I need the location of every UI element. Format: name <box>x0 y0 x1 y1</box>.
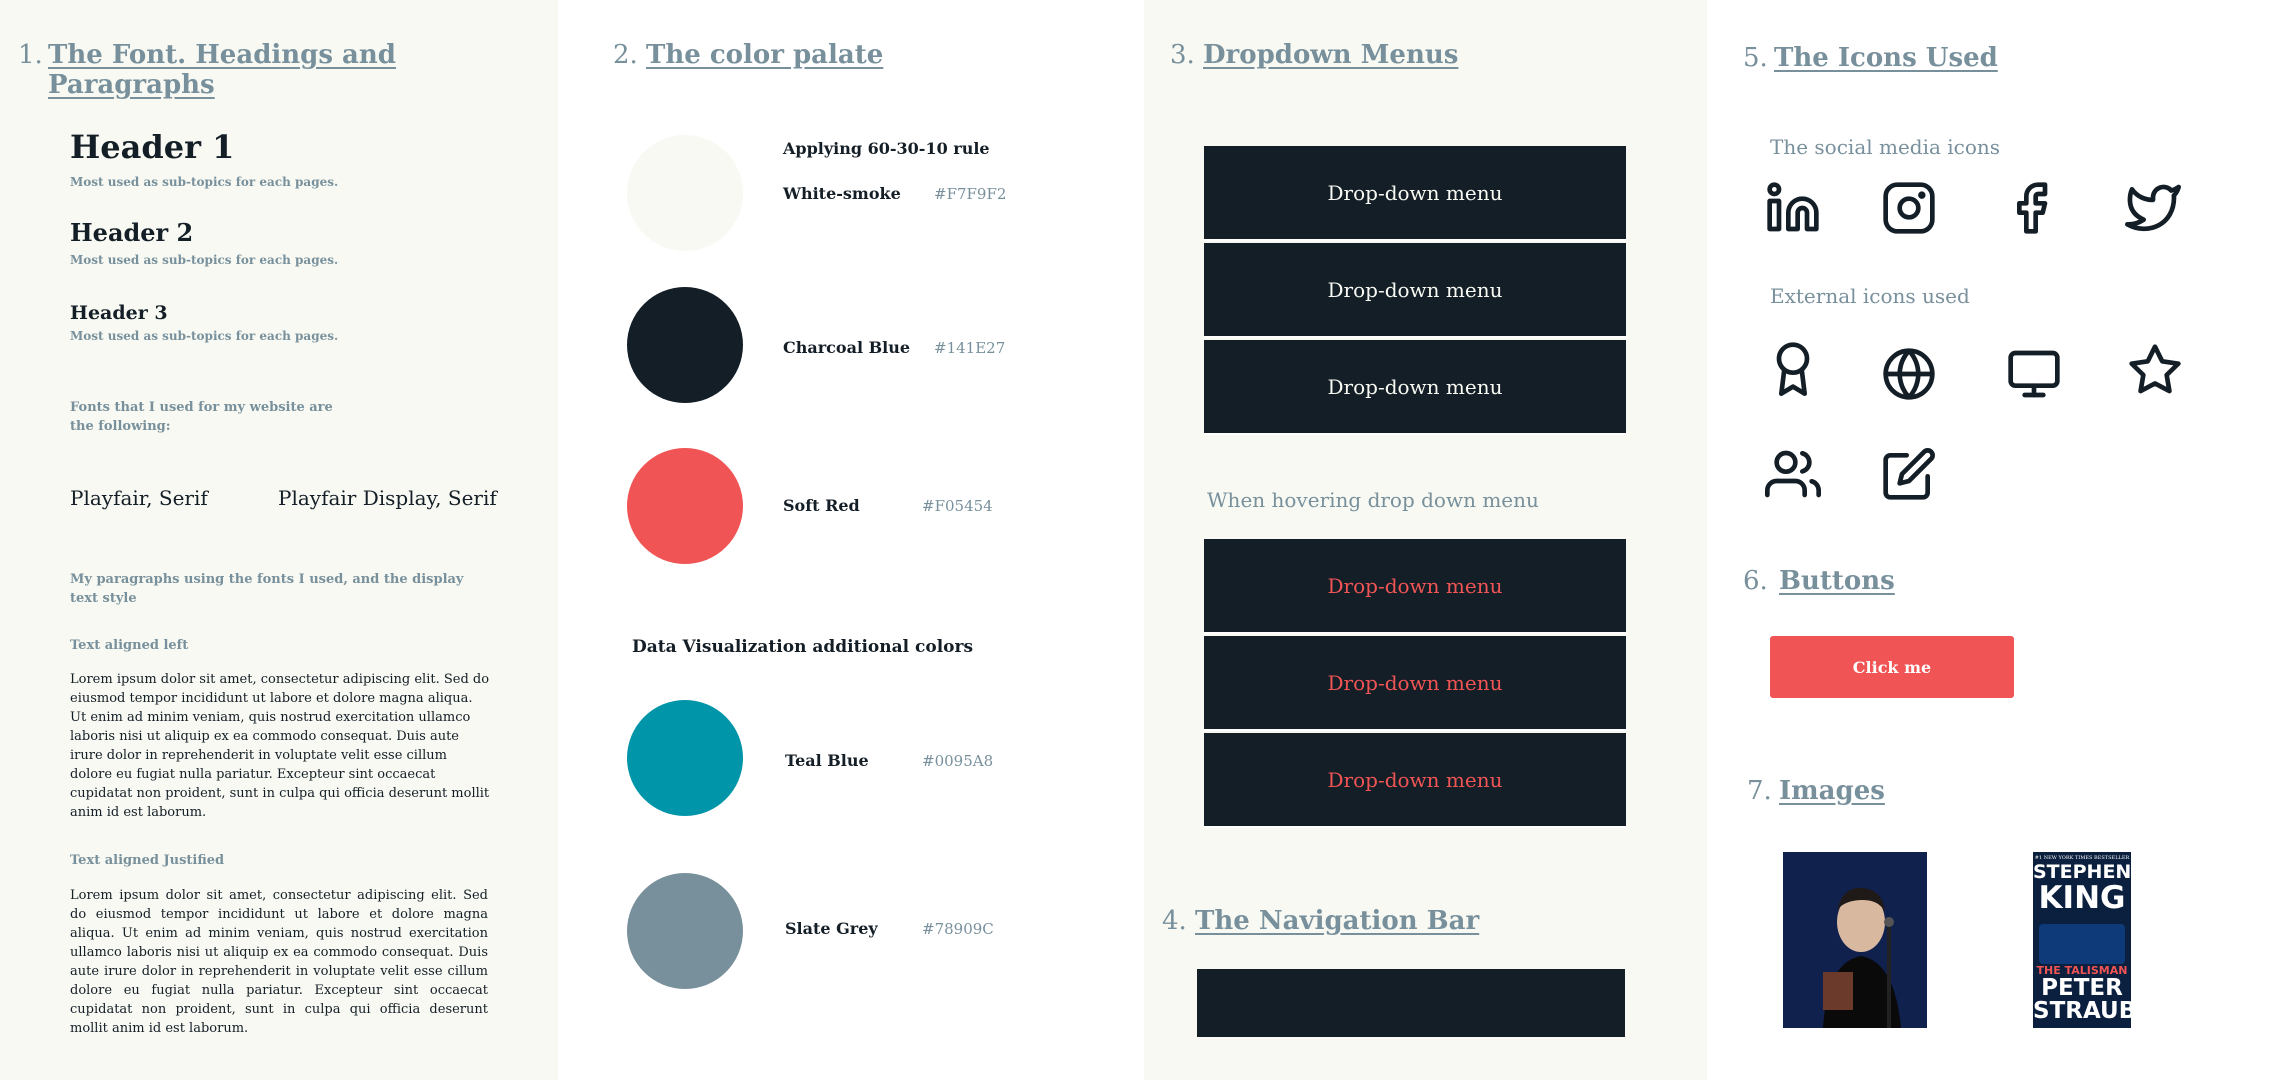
slate-grey-swatch <box>627 873 743 989</box>
facebook-icon[interactable] <box>2003 180 2059 236</box>
dropdown-menu-item[interactable]: Drop-down menu <box>1204 146 1626 241</box>
left-aligned-paragraph: Lorem ipsum dolor sit amet, consectetur … <box>70 672 490 820</box>
section-number: 3. <box>1170 40 1195 70</box>
dataviz-title: Data Visualization additional colors <box>632 637 974 657</box>
color-name: Soft Red <box>783 496 860 515</box>
justified-paragraph: Lorem ipsum dolor sit amet, consectetur … <box>70 888 488 1036</box>
charcoal-blue-swatch <box>627 287 743 403</box>
header-3-sample: Header 3 <box>70 302 168 324</box>
section-number: 5. <box>1743 43 1768 73</box>
font-sample-playfair: Playfair, Serif <box>70 486 208 510</box>
monitor-icon[interactable] <box>2006 346 2062 402</box>
globe-icon[interactable] <box>1881 346 1937 402</box>
star-icon[interactable] <box>2127 342 2183 398</box>
hover-label: When hovering drop down menu <box>1207 488 1539 512</box>
fonts-intro: Fonts that I used for my website are the… <box>70 400 333 434</box>
soft-red-swatch <box>627 448 743 564</box>
color-hex: #141E27 <box>934 339 1006 357</box>
section-number: 4. <box>1162 906 1187 936</box>
color-hex: #F7F9F2 <box>934 185 1007 203</box>
paragraph-intro: My paragraphs using the fonts I used, an… <box>70 572 464 606</box>
header-3-caption: Most used as sub-topics for each pages. <box>70 329 339 343</box>
navigation-bar[interactable] <box>1197 969 1625 1037</box>
click-me-button[interactable]: Click me <box>1770 636 2014 698</box>
book-cover: #1 NEW YORK TIMES BESTSELLER STEPHEN KIN… <box>2033 852 2131 1028</box>
color-name: Slate Grey <box>785 919 878 938</box>
dropdown-menu-item-hover[interactable]: Drop-down menu <box>1204 733 1626 828</box>
social-icons-label: The social media icons <box>1770 135 2001 159</box>
linkedin-icon[interactable] <box>1765 180 1821 236</box>
header-2-caption: Most used as sub-topics for each pages. <box>70 253 339 267</box>
edit-icon[interactable] <box>1881 446 1937 502</box>
left-aligned-label: Text aligned left <box>70 638 189 653</box>
color-name: Charcoal Blue <box>783 338 911 357</box>
dropdown-menu-item[interactable]: Drop-down menu <box>1204 243 1626 338</box>
font-section: 1. The Font. Headings and Paragraphs Hea… <box>0 0 558 1080</box>
header-2-sample: Header 2 <box>70 218 194 247</box>
header-1-sample: Header 1 <box>70 128 235 166</box>
section-title[interactable]: The Font. Headings and Paragraphs <box>48 40 558 100</box>
author-photo <box>1783 852 1927 1028</box>
section-number: 6. <box>1743 566 1768 596</box>
dropdown-menu-item-hover[interactable]: Drop-down menu <box>1204 636 1626 731</box>
book-cover-author-2b: STRAUB <box>2033 998 2131 1024</box>
white-smoke-swatch <box>627 135 743 251</box>
section-title[interactable]: The Navigation Bar <box>1195 906 1479 936</box>
section-title[interactable]: The color palate <box>646 40 883 70</box>
section-title[interactable]: Dropdown Menus <box>1203 40 1458 70</box>
teal-blue-swatch <box>627 700 743 816</box>
section-number: 7. <box>1747 776 1772 806</box>
section-title[interactable]: Images <box>1779 776 1885 806</box>
icons-section: 5. The Icons Used The social media icons… <box>1707 0 2286 1080</box>
rule-label: Applying 60-30-10 rule <box>783 139 990 158</box>
color-name: Teal Blue <box>785 751 869 770</box>
section-title[interactable]: The Icons Used <box>1774 43 1998 73</box>
color-name: White-smoke <box>783 184 901 203</box>
instagram-icon[interactable] <box>1881 180 1937 236</box>
color-hex: #F05454 <box>922 497 993 515</box>
book-cover-art <box>2039 924 2125 964</box>
justified-label: Text aligned Justified <box>70 853 225 868</box>
book-cover-author-1b: KING <box>2038 880 2126 916</box>
book-cover-author-2a: PETER <box>2041 975 2123 1001</box>
award-icon[interactable] <box>1765 340 1821 396</box>
section-number: 2. <box>613 40 638 70</box>
section-title[interactable]: Buttons <box>1779 566 1895 596</box>
section-number: 1. <box>18 40 43 70</box>
twitter-icon[interactable] <box>2125 180 2181 236</box>
header-1-caption: Most used as sub-topics for each pages. <box>70 175 339 189</box>
color-hex: #78909C <box>922 920 994 938</box>
dropdown-section: 3. Dropdown Menus Drop-down menu Drop-do… <box>1144 0 1707 1080</box>
users-icon[interactable] <box>1765 446 1821 502</box>
color-section: 2. The color palate Applying 60-30-10 ru… <box>558 0 1144 1080</box>
color-hex: #0095A8 <box>922 752 994 770</box>
dropdown-menu-item-hover[interactable]: Drop-down menu <box>1204 539 1626 634</box>
font-sample-playfair-display: Playfair Display, Serif <box>278 486 497 510</box>
dropdown-menu-item[interactable]: Drop-down menu <box>1204 340 1626 435</box>
external-icons-label: External icons used <box>1770 284 1970 308</box>
